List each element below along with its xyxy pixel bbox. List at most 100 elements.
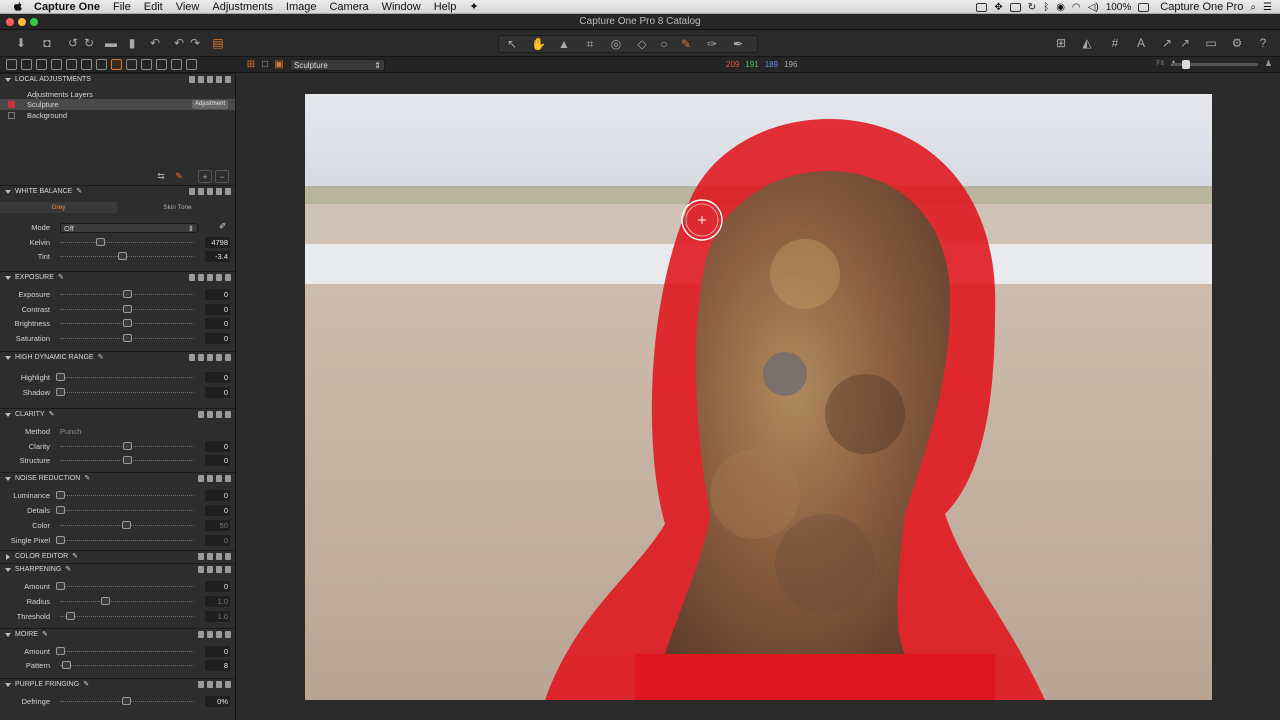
fit-label[interactable]: Fit [1156, 60, 1164, 67]
capture-tab-icon[interactable] [21, 59, 32, 70]
collapse-triangle-icon[interactable] [5, 633, 11, 637]
reset-icon[interactable] [216, 411, 222, 418]
collapse-triangle-icon[interactable] [5, 78, 11, 82]
help-icon[interactable]: ? [1256, 37, 1270, 50]
highlight-slider[interactable] [60, 377, 194, 378]
menu-icon[interactable] [225, 354, 231, 361]
layer-visibility-checkbox[interactable] [8, 112, 15, 119]
multi-view-icon[interactable]: ⊞ [244, 58, 258, 71]
layer-background[interactable]: Background [0, 110, 235, 121]
print-icon[interactable]: ▭ [1204, 37, 1218, 50]
menu-file[interactable]: File [113, 1, 131, 13]
adjustments-tab-icon[interactable] [126, 59, 137, 70]
radius-slider[interactable] [60, 601, 194, 602]
brush-icon[interactable]: ✎ [172, 170, 186, 183]
help-icon[interactable] [189, 76, 195, 83]
copy-icon[interactable] [207, 354, 213, 361]
radius-slider-knob[interactable] [101, 597, 110, 605]
brightness-value[interactable]: 0 [205, 318, 230, 329]
grid-overlay-icon[interactable]: # [1108, 37, 1122, 50]
copy-icon[interactable] [207, 475, 213, 482]
keystone-tool-icon[interactable]: ◇ [635, 38, 649, 51]
moire-amount-slider[interactable] [60, 651, 194, 652]
highlight-slider-knob[interactable] [56, 373, 65, 381]
script-icon[interactable]: ✦ [469, 0, 478, 13]
shadow-slider[interactable] [60, 392, 194, 393]
delete-icon[interactable]: ▮ [125, 37, 139, 50]
method-value[interactable]: Punch [60, 427, 81, 436]
help-icon[interactable] [198, 681, 204, 688]
auto-icon[interactable] [198, 76, 204, 83]
color-tab-icon[interactable] [36, 59, 47, 70]
reset-icon[interactable] [216, 354, 222, 361]
crop-tool-icon[interactable]: ⌗ [583, 38, 597, 51]
metadata-tab-icon[interactable] [141, 59, 152, 70]
single-pixel-slider[interactable] [60, 540, 194, 541]
shadow-value[interactable]: 0 [205, 387, 230, 398]
trash-icon[interactable]: ▬ [104, 37, 118, 50]
single-pixel-slider-knob[interactable] [56, 536, 65, 544]
import-icon[interactable]: ⬇ [14, 37, 28, 50]
kelvin-value[interactable]: 4798 [205, 237, 230, 248]
menu-app-name[interactable]: Capture One [34, 1, 100, 13]
settings-icon[interactable]: ⚙ [1230, 37, 1244, 50]
auto-icon[interactable] [198, 188, 204, 195]
notification-icon[interactable]: ☰ [1263, 2, 1272, 13]
details-slider[interactable] [60, 510, 194, 511]
brush-tool-icon[interactable]: ✎ [679, 38, 693, 51]
copy-apply-icon[interactable]: ▤ [211, 37, 225, 50]
pan-tool-icon[interactable]: ✋ [531, 38, 546, 51]
contrast-value[interactable]: 0 [205, 304, 230, 315]
collapse-triangle-icon[interactable] [5, 356, 11, 360]
menu-image[interactable]: Image [286, 1, 317, 13]
copy-icon[interactable] [207, 681, 213, 688]
menu-view[interactable]: View [176, 1, 200, 13]
luminance-value[interactable]: 0 [205, 490, 230, 501]
battery-percent[interactable]: 100% [1106, 2, 1132, 13]
bluetooth-icon[interactable]: ᛒ [1043, 2, 1049, 13]
highlight-value[interactable]: 0 [205, 372, 230, 383]
zoom-slider-knob[interactable] [1182, 60, 1190, 69]
saturation-slider-knob[interactable] [123, 334, 132, 342]
help-icon[interactable] [189, 354, 195, 361]
layer-options-icon[interactable]: ⇆ [154, 170, 168, 183]
rotate-tool-icon[interactable]: ◎ [609, 38, 623, 51]
battery-icon[interactable] [1138, 2, 1150, 12]
collapse-triangle-icon[interactable] [5, 568, 11, 572]
expand-triangle-icon[interactable] [6, 554, 10, 560]
copy-icon[interactable] [207, 411, 213, 418]
composition-tab-icon[interactable] [81, 59, 92, 70]
luminance-slider-knob[interactable] [56, 491, 65, 499]
collapse-triangle-icon[interactable] [5, 276, 11, 280]
tint-value[interactable]: -3.4 [205, 251, 230, 262]
menu-icon[interactable] [225, 631, 231, 638]
reset-icon[interactable] [216, 553, 222, 560]
copy-icon[interactable] [207, 76, 213, 83]
shadow-slider-knob[interactable] [56, 388, 65, 396]
details-tab-icon[interactable] [96, 59, 107, 70]
sharpen-amount-slider[interactable] [60, 586, 194, 587]
menu-icon[interactable] [225, 475, 231, 482]
close-window-button[interactable] [6, 18, 14, 26]
kelvin-slider-knob[interactable] [96, 238, 105, 246]
library-tab-icon[interactable] [6, 59, 17, 70]
spotlight-icon[interactable]: ⌕ [1250, 2, 1256, 13]
menu-icon[interactable] [225, 411, 231, 418]
local-adjustments-tab-icon[interactable] [111, 59, 122, 70]
move-icon[interactable]: ✥ [994, 2, 1002, 13]
exposure-warning-icon[interactable]: ◭ [1080, 37, 1094, 50]
text-icon[interactable]: A [1134, 37, 1148, 50]
copy-icon[interactable] [207, 188, 213, 195]
right-app-name[interactable]: Capture One Pro [1160, 1, 1243, 13]
help-icon[interactable] [198, 566, 204, 573]
sharpen-amount-value[interactable]: 0 [205, 581, 230, 592]
tint-slider-knob[interactable] [118, 252, 127, 260]
reset-icon[interactable] [216, 475, 222, 482]
redo-icon[interactable]: ↷ [188, 37, 202, 50]
color-noise-slider-knob[interactable] [122, 521, 131, 529]
eye-icon[interactable]: ◉ [1056, 2, 1065, 13]
rotate-right-icon[interactable]: ↻ [82, 37, 96, 50]
sculpture-photo[interactable] [305, 94, 1212, 700]
menu-icon[interactable] [225, 553, 231, 560]
reset-icon[interactable] [216, 566, 222, 573]
